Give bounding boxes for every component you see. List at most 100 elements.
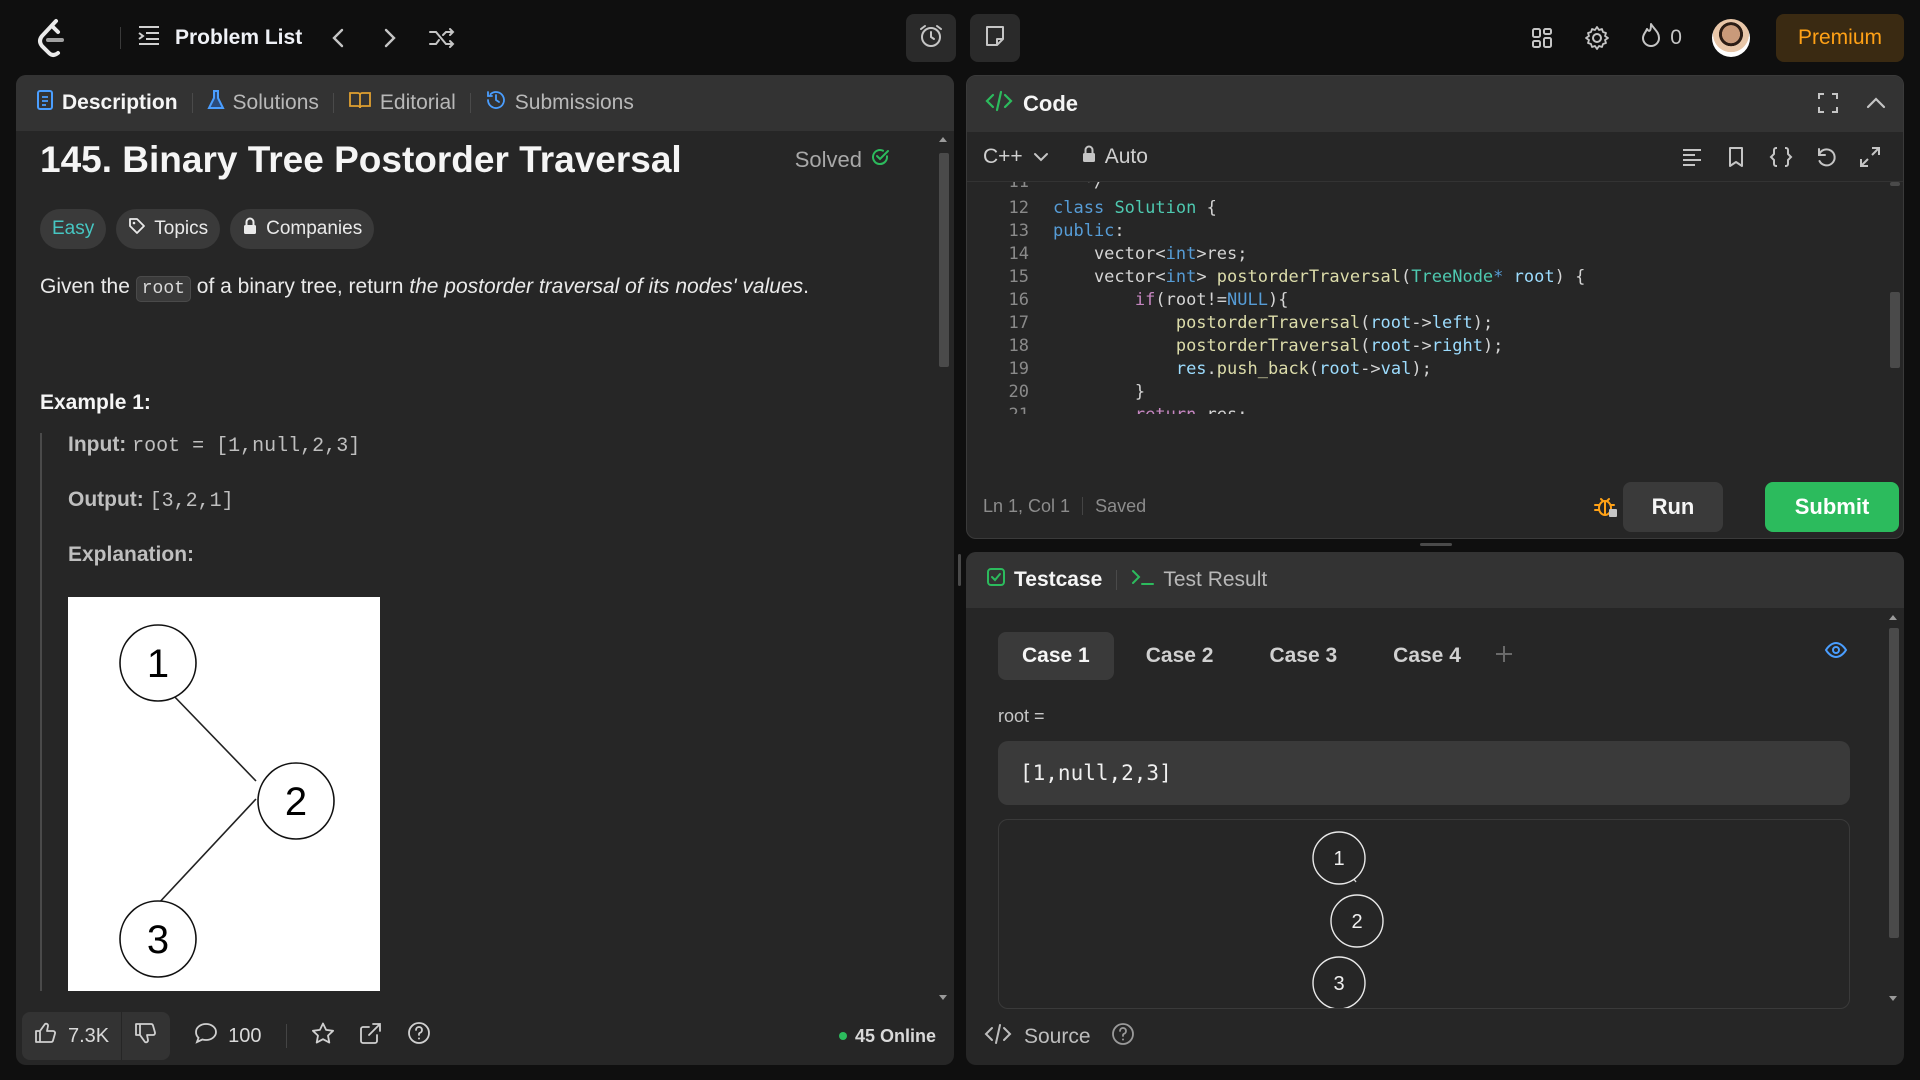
help-button[interactable]	[407, 1021, 431, 1051]
solved-status: Solved	[795, 147, 890, 173]
keyword: *	[1493, 267, 1504, 287]
problem-title[interactable]: 145. Binary Tree Postorder Traversal	[40, 139, 682, 181]
identifier: root	[1370, 336, 1412, 356]
tree-node-label: 1	[147, 642, 169, 686]
type: TreeNode	[1411, 267, 1494, 287]
case-tab-2[interactable]: Case 2	[1122, 632, 1238, 680]
like-dislike-group: 7.3K	[22, 1012, 171, 1060]
statement-text: .	[803, 275, 809, 298]
comments-button[interactable]: 100	[194, 1022, 262, 1050]
tree-visualization: 1 2 3	[998, 819, 1850, 1009]
root-input-field[interactable]: [1,null,2,3]	[998, 741, 1850, 805]
code-text: (	[1360, 313, 1371, 333]
source-button[interactable]: Source	[984, 1023, 1091, 1051]
dislike-button[interactable]	[122, 1012, 170, 1060]
share-button[interactable]	[359, 1022, 383, 1050]
shuffle-icon[interactable]	[428, 27, 456, 49]
code-editor[interactable]: 11 */ 12 class Solution { 13 public: 14 ve…	[967, 182, 1887, 466]
identifier: root	[1513, 267, 1555, 287]
example-output: Output: [3,2,1]	[68, 488, 920, 513]
testcase-scrollbar[interactable]	[1884, 608, 1902, 1008]
topics-button[interactable]: Topics	[116, 209, 221, 249]
maximize-icon[interactable]	[1817, 92, 1839, 119]
tree-node-label: 1	[1333, 848, 1344, 870]
auto-mode-toggle[interactable]: Auto	[1081, 145, 1148, 169]
tab-editorial-label: Editorial	[379, 91, 456, 114]
next-problem-icon[interactable]	[382, 27, 398, 49]
favorite-button[interactable]	[311, 1022, 335, 1050]
tab-editorial[interactable]: Editorial	[348, 90, 456, 116]
companies-button[interactable]: Companies	[230, 209, 375, 249]
run-button[interactable]: Run	[1623, 482, 1723, 532]
code-text: >	[1196, 267, 1217, 287]
language-select[interactable]: C++	[983, 145, 1049, 169]
difficulty-badge: Easy	[40, 209, 107, 249]
code-text: }	[1053, 382, 1146, 402]
identifier: val	[1380, 359, 1412, 379]
tab-test-result[interactable]: Test Result	[1131, 567, 1267, 593]
vertical-resize-handle[interactable]	[958, 554, 961, 586]
expand-icon[interactable]	[1859, 146, 1881, 173]
code-title: Code	[1023, 91, 1078, 116]
comment-count: 100	[228, 1024, 262, 1047]
tab-submissions[interactable]: Submissions	[485, 89, 634, 117]
add-case-plus-icon[interactable]	[1493, 643, 1515, 670]
editor-scrollbar[interactable]	[1887, 182, 1901, 402]
problem-list-button[interactable]: Problem List	[137, 24, 302, 52]
code-brackets-icon	[985, 90, 1013, 118]
online-count: 45 Online	[854, 1025, 936, 1046]
tree-node-label: 2	[1351, 911, 1362, 933]
mode-label: Auto	[1104, 144, 1148, 168]
check-circle-icon	[870, 147, 890, 173]
streak-counter[interactable]: 0	[1640, 22, 1682, 54]
case-tab-1[interactable]: Case 1	[998, 632, 1114, 680]
tab-description[interactable]: Description	[36, 89, 178, 117]
keyword: public	[1053, 221, 1115, 241]
bookmark-icon[interactable]	[1725, 146, 1747, 173]
code-text: */	[1053, 182, 1105, 192]
eye-icon[interactable]	[1824, 640, 1848, 665]
format-align-icon[interactable]	[1681, 146, 1703, 173]
curly-braces-icon[interactable]	[1769, 146, 1793, 173]
premium-button[interactable]: Premium	[1775, 14, 1904, 62]
collapse-chevron-icon[interactable]	[1865, 92, 1887, 119]
debugger-bug-icon[interactable]	[1593, 493, 1619, 524]
code-text: vector<	[1053, 244, 1166, 264]
timer-button[interactable]	[906, 14, 956, 62]
previous-problem-icon[interactable]	[330, 27, 346, 49]
function: postorderTraversal	[1175, 313, 1361, 333]
notes-button[interactable]	[970, 14, 1020, 62]
description-footer: 7.3K 100 45 Online	[16, 1007, 954, 1065]
solved-label: Solved	[794, 147, 862, 172]
panel-resize-handle[interactable]	[1420, 543, 1452, 546]
tab-solutions[interactable]: Solutions	[206, 89, 319, 117]
flask-icon	[206, 89, 225, 117]
like-count: 7.3K	[68, 1024, 110, 1047]
problem-description: 145. Binary Tree Postorder Traversal Sol…	[40, 131, 920, 1007]
keyword: NULL	[1227, 290, 1268, 310]
tree-node-label: 3	[147, 918, 169, 962]
punct: :	[1114, 221, 1125, 241]
help-circle-icon[interactable]	[1111, 1022, 1135, 1052]
lock-icon	[1081, 145, 1097, 169]
tab-solutions-label: Solutions	[232, 91, 319, 114]
like-button[interactable]: 7.3K	[22, 1012, 121, 1060]
example-block: Input: root = [1,null,2,3] Output: [3,2,…	[40, 433, 920, 991]
inline-code: root	[135, 276, 191, 302]
settings-gear-icon[interactable]	[1584, 25, 1610, 51]
case-tab-3[interactable]: Case 3	[1245, 632, 1361, 680]
code-text: (	[1360, 336, 1371, 356]
case-tab-4[interactable]: Case 4	[1369, 632, 1485, 680]
reset-icon[interactable]	[1815, 146, 1837, 173]
cursor-position: Ln 1, Col 1	[983, 495, 1071, 516]
lock-icon	[242, 217, 258, 241]
description-scrollbar[interactable]	[934, 131, 952, 1007]
user-avatar[interactable]	[1711, 19, 1750, 57]
tab-testcase[interactable]: Testcase	[986, 567, 1102, 593]
tab-result-label: Test Result	[1163, 568, 1268, 591]
star-icon	[311, 1022, 335, 1050]
layout-grid-icon[interactable]	[1530, 26, 1554, 50]
leetcode-logo-icon[interactable]	[36, 18, 68, 58]
identifier: root	[1319, 359, 1361, 379]
submit-button[interactable]: Submit	[1765, 482, 1899, 532]
